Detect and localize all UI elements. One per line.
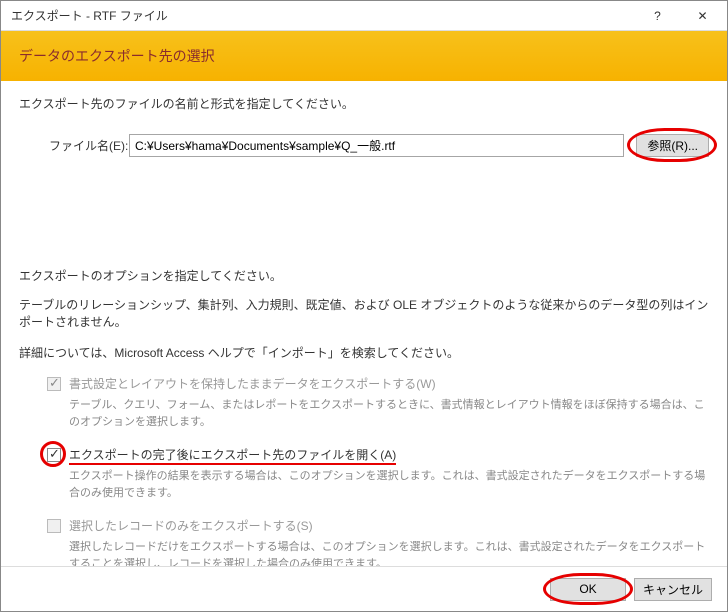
filename-row: ファイル名(E): 参照(R)... <box>19 134 709 157</box>
note-help: 詳細については、Microsoft Access ヘルプで「インポート」を検索し… <box>19 344 709 361</box>
note-relationships: テーブルのリレーションシップ、集計列、入力規則、既定値、および OLE オブジェ… <box>19 296 709 330</box>
filename-label: ファイル名(E): <box>49 137 129 154</box>
option-open-after-desc: エクスポート操作の結果を表示する場合は、このオプションを選択します。これは、書式… <box>69 468 709 501</box>
browse-button[interactable]: 参照(R)... <box>636 134 709 157</box>
window-title: エクスポート - RTF ファイル <box>11 7 635 24</box>
wizard-title: データのエクスポート先の選択 <box>19 46 215 66</box>
filename-input[interactable] <box>129 134 624 157</box>
cancel-button[interactable]: キャンセル <box>634 578 712 601</box>
titlebar: エクスポート - RTF ファイル ? ✕ <box>1 1 727 31</box>
instruction-1: エクスポート先のファイルの名前と形式を指定してください。 <box>19 95 709 112</box>
option-open-after-label[interactable]: エクスポートの完了後にエクスポート先のファイルを開く(A) <box>69 446 396 463</box>
dialog-footer: OK キャンセル <box>1 566 727 611</box>
checkbox-format-layout <box>47 377 61 391</box>
option-format-layout-desc: テーブル、クエリ、フォーム、またはレポートをエクスポートするときに、書式情報とレ… <box>69 397 709 430</box>
wizard-header: データのエクスポート先の選択 <box>1 31 727 81</box>
option-format-layout: 書式設定とレイアウトを保持したままデータをエクスポートする(W) テーブル、クエ… <box>47 375 709 430</box>
content-area: エクスポート先のファイルの名前と形式を指定してください。 ファイル名(E): 参… <box>1 81 727 566</box>
annotation-underline <box>69 463 396 465</box>
ok-button[interactable]: OK <box>550 578 626 601</box>
option-selected-only-desc: 選択したレコードだけをエクスポートする場合は、このオプションを選択します。これは… <box>69 539 709 566</box>
close-button[interactable]: ✕ <box>680 1 725 30</box>
dialog-window: エクスポート - RTF ファイル ? ✕ データのエクスポート先の選択 エクス… <box>0 0 728 612</box>
export-options: 書式設定とレイアウトを保持したままデータをエクスポートする(W) テーブル、クエ… <box>19 375 709 566</box>
option-selected-only-label: 選択したレコードのみをエクスポートする(S) <box>69 517 313 534</box>
help-button[interactable]: ? <box>635 1 680 30</box>
checkbox-selected-only <box>47 519 61 533</box>
option-open-after: エクスポートの完了後にエクスポート先のファイルを開く(A) エクスポート操作の結… <box>47 446 709 501</box>
option-selected-only: 選択したレコードのみをエクスポートする(S) 選択したレコードだけをエクスポート… <box>47 517 709 566</box>
instruction-2: エクスポートのオプションを指定してください。 <box>19 267 709 284</box>
option-format-layout-label: 書式設定とレイアウトを保持したままデータをエクスポートする(W) <box>69 375 436 392</box>
checkbox-open-after[interactable] <box>47 448 61 462</box>
